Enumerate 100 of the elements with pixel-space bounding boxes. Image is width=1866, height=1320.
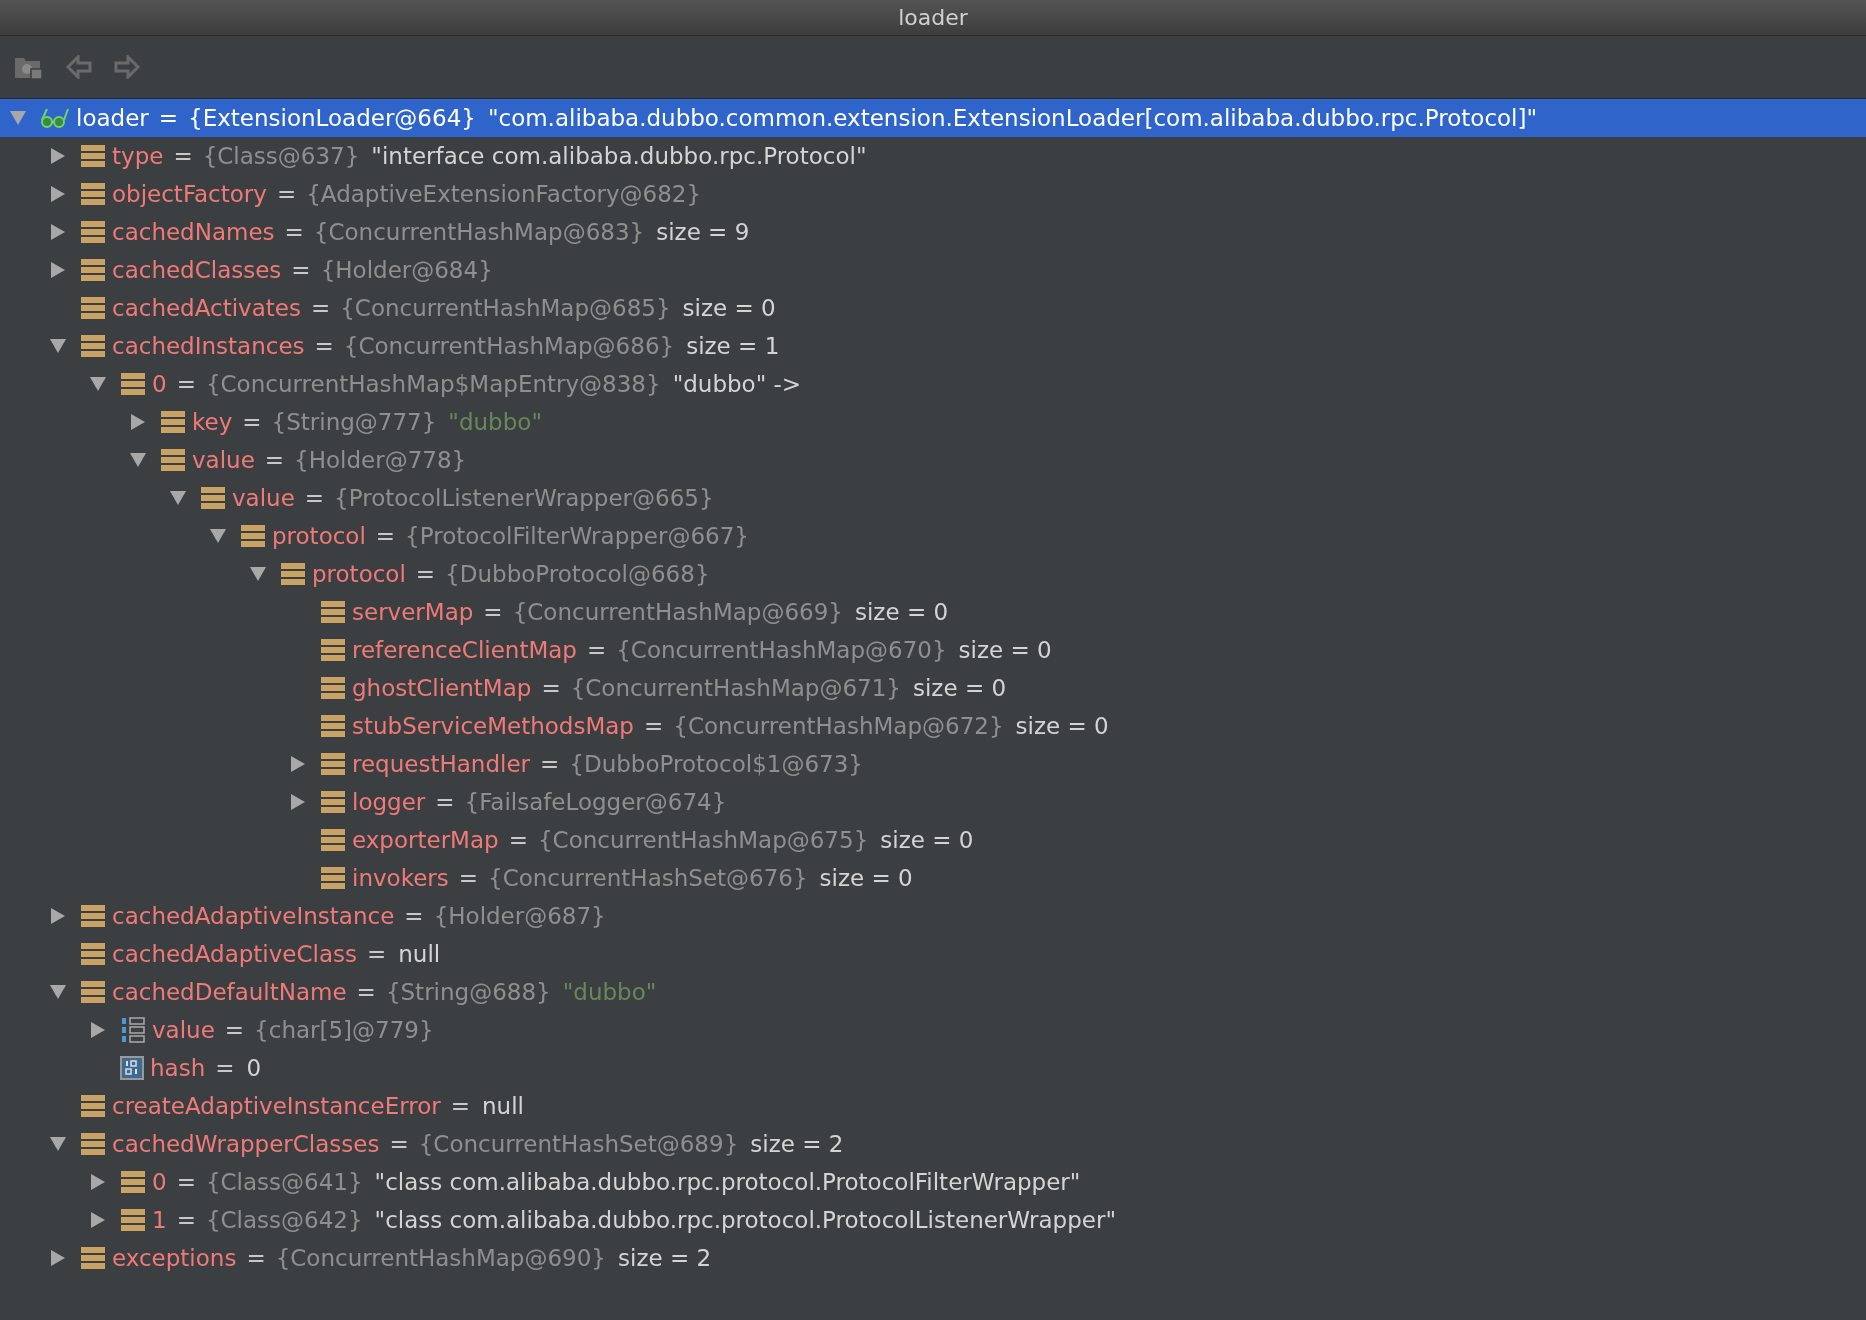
value-text: "interface com.alibaba.dubbo.rpc.Protocol" xyxy=(371,141,867,171)
collapsed-arrow-icon[interactable] xyxy=(91,1212,105,1228)
tree-row[interactable]: objectFactory = {AdaptiveExtensionFactory@682} xyxy=(0,175,1866,213)
tree-row[interactable]: protocol = {ProtocolFilterWrapper@667} xyxy=(0,517,1866,555)
variable-name: exceptions xyxy=(112,1243,237,1273)
equals-sign: = xyxy=(291,255,311,285)
tree-row[interactable]: ghostClientMap = {ConcurrentHashMap@671} size = 0 xyxy=(0,669,1866,707)
field-icon xyxy=(80,1246,106,1270)
tree-row[interactable]: referenceClientMap = {ConcurrentHashMap@670} size = 0 xyxy=(0,631,1866,669)
equals-sign: = xyxy=(541,673,561,703)
equals-sign: = xyxy=(310,293,331,323)
equals-sign: = xyxy=(304,483,325,513)
tree-row[interactable]: cachedAdaptiveInstance = {Holder@687} xyxy=(0,897,1866,935)
tree-row[interactable]: cachedInstances = {ConcurrentHashMap@686} size = 1 xyxy=(0,327,1866,365)
tree-row[interactable]: cachedClasses = {Holder@684} xyxy=(0,251,1866,289)
collapsed-arrow-icon[interactable] xyxy=(51,262,65,278)
tree-row[interactable]: loader = {ExtensionLoader@664} "com.alibaba.dubbo.common.extension.ExtensionLoader[com.alibaba.dubbo.rpc.Protocol]" xyxy=(0,99,1866,137)
value-text: size = 0 xyxy=(682,293,776,323)
tree-row[interactable]: protocol = {DubboProtocol@668} xyxy=(0,555,1866,593)
field-icon xyxy=(320,866,346,890)
field-icon xyxy=(240,524,266,548)
collapsed-arrow-icon[interactable] xyxy=(51,1250,65,1266)
object-reference: {ConcurrentHashMap@686} xyxy=(343,331,675,361)
tree-row[interactable]: createAdaptiveInstanceError = null xyxy=(0,1087,1866,1125)
equals-sign: = xyxy=(450,1091,470,1121)
variable-name: cachedActivates xyxy=(112,293,301,323)
object-reference: {Holder@778} xyxy=(294,445,467,475)
tree-row[interactable]: serverMap = {ConcurrentHashMap@669} size = 0 xyxy=(0,593,1866,631)
tree-row[interactable]: cachedDefaultName = {String@688} "dubbo" xyxy=(0,973,1866,1011)
variable-name: cachedAdaptiveInstance xyxy=(112,901,395,931)
field-icon xyxy=(320,676,346,700)
variable-name: hash xyxy=(150,1053,206,1083)
variable-name: value xyxy=(232,483,295,513)
collapsed-arrow-icon[interactable] xyxy=(91,1022,105,1038)
collapsed-arrow-icon[interactable] xyxy=(51,224,65,240)
tree-row[interactable]: exporterMap = {ConcurrentHashMap@675} size = 0 xyxy=(0,821,1866,859)
variable-name: objectFactory xyxy=(112,179,267,209)
tree-row[interactable]: cachedNames = {ConcurrentHashMap@683} size = 9 xyxy=(0,213,1866,251)
expanded-arrow-icon[interactable] xyxy=(210,529,226,543)
equals-sign: = xyxy=(173,141,193,171)
tree-row[interactable]: value = {ProtocolListenerWrapper@665} xyxy=(0,479,1866,517)
field-icon xyxy=(320,714,346,738)
field-icon xyxy=(120,1208,146,1232)
tree-row[interactable]: exceptions = {ConcurrentHashMap@690} size = 2 xyxy=(0,1239,1866,1277)
equals-sign: = xyxy=(643,711,664,741)
tree-row[interactable]: logger = {FailsafeLogger@674} xyxy=(0,783,1866,821)
expanded-arrow-icon[interactable] xyxy=(170,491,186,505)
field-icon xyxy=(320,752,346,776)
expanded-arrow-icon[interactable] xyxy=(50,985,66,999)
tree-row[interactable]: value = {char[5]@779} xyxy=(0,1011,1866,1049)
equals-sign: = xyxy=(508,825,528,855)
object-reference: {ConcurrentHashMap@683} xyxy=(313,217,645,247)
value-text: size = 1 xyxy=(686,331,780,361)
tree-row[interactable]: cachedAdaptiveClass = null xyxy=(0,935,1866,973)
tree-row[interactable]: 0 = {ConcurrentHashMap$MapEntry@838} "dubbo" -> xyxy=(0,365,1866,403)
equals-sign: = xyxy=(158,103,179,133)
field-icon xyxy=(80,1094,106,1118)
field-icon xyxy=(80,980,106,1004)
tree-row[interactable]: key = {String@777} "dubbo" xyxy=(0,403,1866,441)
tree-row[interactable]: requestHandler = {DubboProtocol$1@673} xyxy=(0,745,1866,783)
tree-row[interactable]: value = {Holder@778} xyxy=(0,441,1866,479)
tree-row[interactable]: cachedWrapperClasses = {ConcurrentHashSet@689} size = 2 xyxy=(0,1125,1866,1163)
field-icon xyxy=(200,486,226,510)
value-text: size = 0 xyxy=(880,825,974,855)
collapsed-arrow-icon[interactable] xyxy=(291,756,305,772)
equals-sign: = xyxy=(224,1015,245,1045)
field-icon xyxy=(120,372,146,396)
window-title: loader xyxy=(898,4,968,32)
equals-sign: = xyxy=(367,939,387,969)
field-icon xyxy=(80,258,106,282)
field-icon xyxy=(320,600,346,624)
equals-sign: = xyxy=(176,1167,196,1197)
tree-row[interactable]: 0 = {Class@641} "class com.alibaba.dubbo.rpc.protocol.ProtocolFilterWrapper" xyxy=(0,1163,1866,1201)
expanded-arrow-icon[interactable] xyxy=(50,339,66,353)
equals-sign: = xyxy=(404,901,424,931)
variable-name: referenceClientMap xyxy=(352,635,577,665)
collapsed-arrow-icon[interactable] xyxy=(91,1174,105,1190)
tree-row[interactable]: stubServiceMethodsMap = {ConcurrentHashMap@672} size = 0 xyxy=(0,707,1866,745)
array-icon xyxy=(120,1017,146,1043)
value-text: "class com.alibaba.dubbo.rpc.protocol.ProtocolListenerWrapper" xyxy=(374,1205,1116,1235)
expanded-arrow-icon[interactable] xyxy=(250,567,266,581)
equals-sign: = xyxy=(246,1243,266,1273)
tree-row[interactable]: type = {Class@637} "interface com.alibaba.dubbo.rpc.Protocol" xyxy=(0,137,1866,175)
expanded-arrow-icon[interactable] xyxy=(90,377,106,391)
collapsed-arrow-icon[interactable] xyxy=(51,186,65,202)
tree-row[interactable]: hash = 0 xyxy=(0,1049,1866,1087)
tree-row[interactable]: cachedActivates = {ConcurrentHashMap@685} size = 0 xyxy=(0,289,1866,327)
variable-name: cachedWrapperClasses xyxy=(112,1129,380,1159)
tree-row[interactable]: 1 = {Class@642} "class com.alibaba.dubbo.rpc.protocol.ProtocolListenerWrapper" xyxy=(0,1201,1866,1239)
collapsed-arrow-icon[interactable] xyxy=(291,794,305,810)
object-reference: {ExtensionLoader@664} xyxy=(188,103,476,133)
field-icon xyxy=(80,296,106,320)
variable-name: protocol xyxy=(312,559,406,589)
expanded-arrow-icon[interactable] xyxy=(50,1137,66,1151)
field-icon xyxy=(80,334,106,358)
tree-row[interactable]: invokers = {ConcurrentHashSet@676} size = 0 xyxy=(0,859,1866,897)
collapsed-arrow-icon[interactable] xyxy=(51,908,65,924)
expanded-arrow-icon[interactable] xyxy=(130,453,146,467)
collapsed-arrow-icon[interactable] xyxy=(131,414,145,430)
collapsed-arrow-icon[interactable] xyxy=(51,148,65,164)
